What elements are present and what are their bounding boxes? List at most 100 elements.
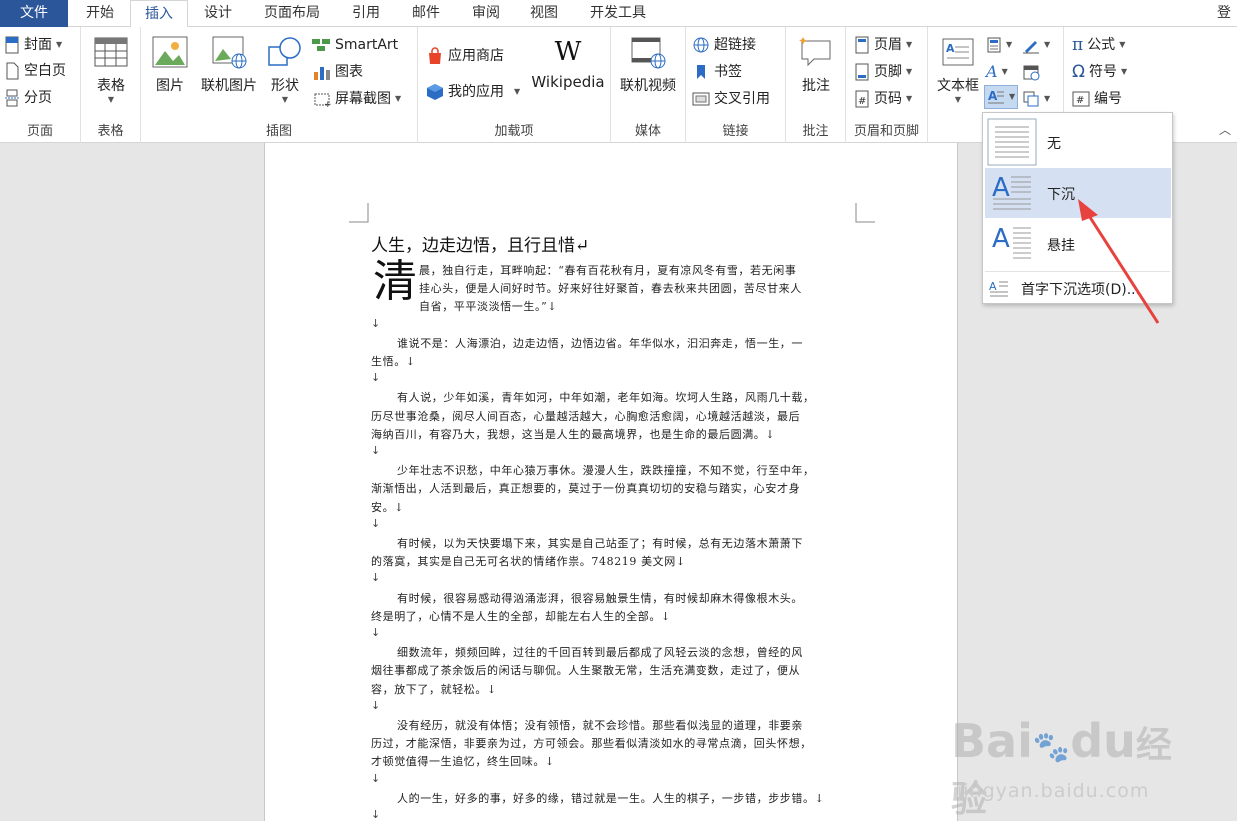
cross-reference-label: 交叉引用: [714, 91, 770, 107]
picture-button[interactable]: 图片: [149, 35, 191, 95]
paragraph-mark: ↓: [371, 626, 381, 639]
baidu-watermark: Bai🐾du经验 jingyan.baidu.com: [945, 700, 1205, 820]
dropcap-none-option[interactable]: 无: [985, 117, 1171, 167]
date-time-button[interactable]: [1022, 60, 1040, 84]
document-line: 自省，平平淡淡悟一生。”↓: [419, 300, 558, 313]
shapes-button[interactable]: 形状 ▼: [265, 35, 305, 104]
tab-review[interactable]: 审阅: [458, 0, 514, 27]
svg-text:A: A: [992, 224, 1010, 254]
annotation-arrow: [1078, 199, 1160, 324]
paragraph-mark: ↓: [371, 772, 381, 785]
chart-button[interactable]: 图表: [313, 60, 363, 84]
online-picture-button[interactable]: 联机图片: [195, 35, 263, 95]
smartart-button[interactable]: SmartArt: [311, 33, 398, 57]
group-header-footer: 页眉 ▼ 页脚 ▼ # 页码 ▼ 页眉和页脚: [846, 27, 928, 143]
dropcap-button[interactable]: A ▼: [984, 85, 1019, 109]
picture-icon: [152, 36, 188, 68]
svg-text:A: A: [946, 42, 955, 55]
page-number-button[interactable]: # 页码 ▼: [854, 87, 912, 111]
online-picture-label: 联机图片: [201, 78, 257, 94]
tab-insert[interactable]: 插入: [130, 0, 188, 28]
document-line: 渐渐悟出，人活到最后，真正想要的，莫过于一份真真切切的安稳与踏实，心安才身: [371, 482, 801, 495]
watermark-brand-2: du: [1070, 714, 1136, 768]
table-button[interactable]: 表格 ▼: [91, 35, 131, 104]
collapse-ribbon-icon[interactable]: ︿: [1219, 121, 1231, 138]
object-button[interactable]: ▼: [1022, 87, 1050, 111]
document-line: 有时候，很容易感动得汹涌澎湃，很容易触景生情，有时候却麻木得像根木头。: [397, 592, 803, 605]
tab-design[interactable]: 设计: [190, 0, 246, 27]
tab-developer[interactable]: 开发工具: [578, 0, 658, 27]
online-video-icon: [631, 37, 666, 69]
shapes-label: 形状: [271, 78, 299, 94]
number-icon: #: [1072, 91, 1090, 107]
document-line: 谁说不是：人海漂泊，边走边悟，边悟边省。年华似水，汩汩奔走，悟一生，一: [397, 337, 803, 350]
quick-parts-button[interactable]: ▼: [986, 33, 1012, 57]
store-label: 应用商店: [448, 48, 504, 64]
bookmark-button[interactable]: 书签: [692, 60, 742, 84]
group-pages: 封面 ▼ 空白页 分页 页面: [0, 27, 81, 143]
quick-parts-icon: [987, 37, 1001, 53]
document-line: 晨，独自行走，耳畔响起：“春有百花秋有月，夏有凉风冬有雪，若无闲事: [419, 264, 797, 277]
document-line: 没有经历，就没有体悟；没有领悟，就不会珍惜。那些看似浅显的道理，非要亲: [397, 719, 803, 732]
shapes-icon: [268, 37, 301, 66]
smartart-label: SmartArt: [335, 37, 399, 53]
smartart-icon: [312, 39, 330, 51]
dropcap-none-icon: [987, 118, 1037, 166]
symbol-button[interactable]: Ω 符号 ▼: [1072, 60, 1127, 84]
signature-line-button[interactable]: ▼: [1022, 33, 1050, 57]
bookmark-icon: [697, 65, 705, 79]
comment-button[interactable]: ✦ 批注: [792, 34, 840, 95]
screenshot-button[interactable]: + 屏幕截图 ▼: [313, 87, 401, 111]
wikipedia-button[interactable]: W Wikipedia: [528, 37, 608, 91]
document-line: 人的一生，好多的事，好多的缘，错过就是一生。人生的棋子，一步错，步步错。↓: [397, 792, 825, 805]
numbering-button[interactable]: # 编号: [1072, 87, 1122, 111]
my-apps-label: 我的应用: [448, 84, 504, 100]
textbox-icon: A: [942, 38, 974, 66]
cover-page-button[interactable]: 封面 ▼: [4, 33, 62, 57]
dropcap-options-icon: A: [989, 280, 1008, 297]
group-comments: ✦ 批注 批注: [786, 27, 846, 143]
tab-home[interactable]: 开始: [72, 0, 128, 27]
store-button[interactable]: 应用商店: [426, 44, 504, 68]
header-button[interactable]: 页眉 ▼: [854, 33, 912, 57]
footer-button[interactable]: 页脚 ▼: [854, 60, 912, 84]
cover-page-label: 封面: [24, 37, 52, 53]
cross-reference-button[interactable]: 交叉引用: [692, 87, 770, 111]
my-apps-button[interactable]: 我的应用 ▼: [426, 80, 520, 104]
wikipedia-icon: W: [554, 37, 582, 67]
document-page[interactable]: 人生，边走边悟，且行且惜↵ 清 晨，独自行走，耳畔响起：“春有百花秋有月，夏有凉…: [264, 143, 958, 821]
tab-mailings[interactable]: 邮件: [398, 0, 454, 27]
screenshot-icon: +: [314, 93, 331, 107]
login-link[interactable]: 登录: [1217, 0, 1237, 47]
tab-page-layout[interactable]: 页面布局: [252, 0, 332, 27]
tab-view[interactable]: 视图: [516, 0, 572, 27]
equation-button[interactable]: π 公式 ▼: [1072, 33, 1125, 57]
numbering-label: 编号: [1094, 91, 1122, 107]
page-break-label: 分页: [24, 90, 52, 106]
dropcap-icon: A: [988, 89, 1004, 104]
tab-references[interactable]: 引用: [338, 0, 394, 27]
hyperlink-button[interactable]: 超链接: [692, 33, 756, 57]
page-number-label: 页码: [874, 91, 902, 107]
svg-text:+: +: [324, 100, 331, 107]
bookmark-label: 书签: [714, 64, 742, 80]
pi-icon: π: [1072, 35, 1084, 55]
document-line: 生悟。↓: [371, 355, 416, 368]
tab-file[interactable]: 文件: [0, 0, 68, 27]
store-icon: [429, 47, 441, 64]
symbol-label: 符号: [1089, 64, 1117, 80]
textbox-button[interactable]: A 文本框 ▼: [932, 35, 984, 104]
online-video-button[interactable]: 联机视频: [615, 35, 681, 95]
hyperlink-icon: [693, 37, 709, 53]
textbox-label: 文本框: [937, 78, 979, 94]
page-break-button[interactable]: 分页: [4, 86, 52, 110]
blank-page-button[interactable]: 空白页: [4, 59, 66, 83]
paragraph-mark: ↓: [371, 444, 381, 457]
paragraph-mark: ↓: [371, 699, 381, 712]
svg-text:A: A: [988, 89, 998, 103]
document-line: 有时候，以为天快要塌下来，其实是自己站歪了；有时候，总有无边落木萧萧下: [397, 537, 803, 550]
equation-label: 公式: [1087, 37, 1116, 53]
chart-icon: [314, 67, 330, 80]
wordart-button[interactable]: A ▼: [986, 60, 1008, 84]
dropcap-dropped-icon: A: [992, 173, 1031, 210]
